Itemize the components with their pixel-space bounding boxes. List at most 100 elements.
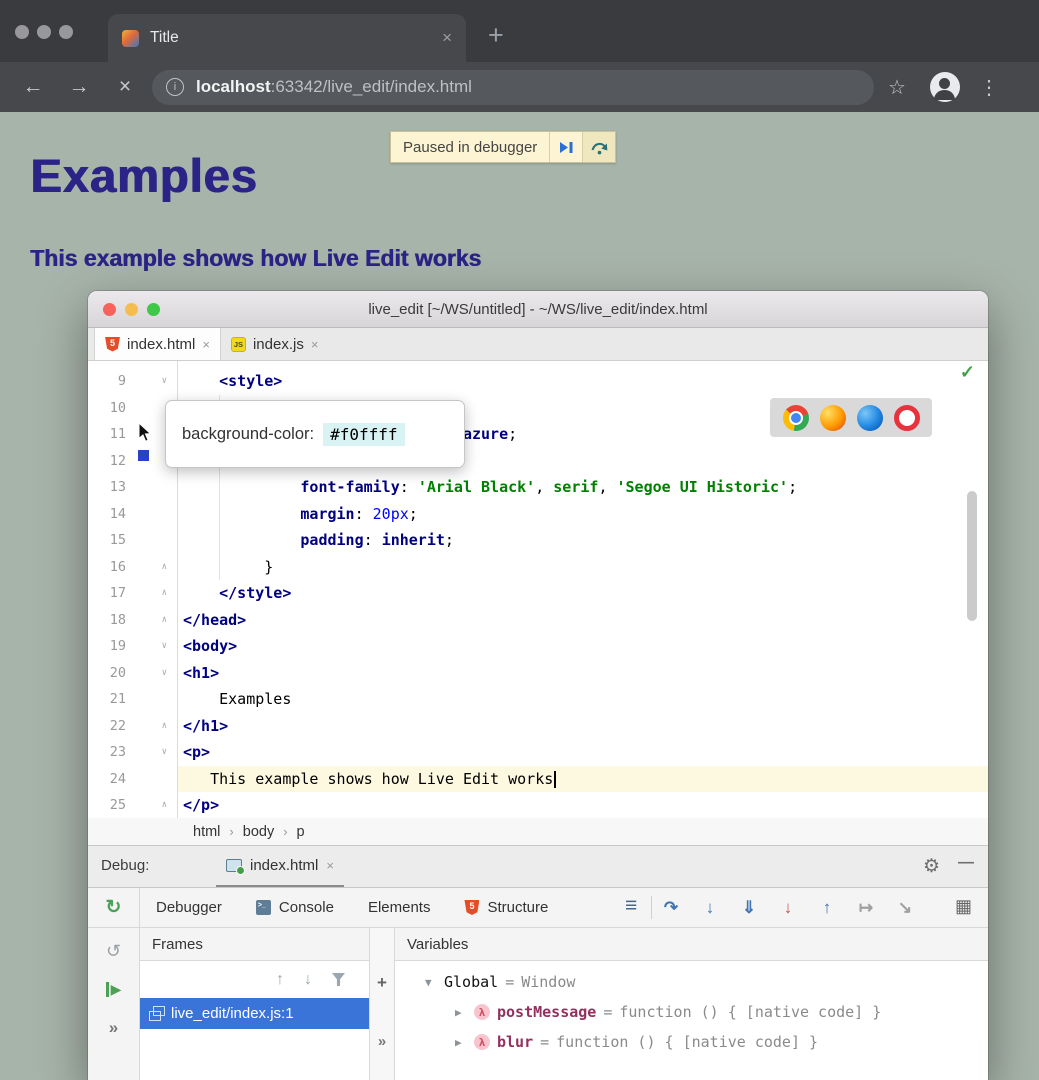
code-line[interactable]: 20∨<h1> bbox=[88, 660, 988, 687]
variable-row[interactable]: ▶λpostMessage=function () { [native code… bbox=[395, 997, 988, 1027]
edge-icon[interactable] bbox=[857, 405, 883, 431]
settings-gear-icon[interactable]: ⚙ bbox=[923, 855, 940, 878]
evaluate-expression-button[interactable]: ↘ bbox=[894, 898, 916, 918]
force-step-into-button[interactable]: ↓ bbox=[777, 898, 799, 918]
back-button[interactable]: ← bbox=[20, 75, 46, 99]
debug-tab-close-icon[interactable]: × bbox=[326, 858, 334, 873]
view-options-icon[interactable]: ≡ bbox=[625, 894, 637, 918]
next-frame-button[interactable]: ↓ bbox=[304, 971, 312, 989]
tool-tab-debugger[interactable]: Debugger bbox=[156, 899, 222, 916]
line-number[interactable]: 19 bbox=[88, 633, 126, 660]
line-number[interactable]: 15 bbox=[88, 527, 126, 554]
fold-marker[interactable] bbox=[126, 686, 177, 713]
fold-marker[interactable]: ∧ bbox=[126, 713, 177, 740]
line-number[interactable]: 10 bbox=[88, 395, 126, 422]
breadcrumb-item[interactable]: html bbox=[193, 824, 220, 840]
tab-index-html[interactable]: index.html × bbox=[94, 328, 221, 360]
window-minimize-button[interactable] bbox=[37, 25, 51, 39]
bookmark-star-icon[interactable]: ☆ bbox=[888, 75, 906, 100]
fold-marker[interactable]: ∨ bbox=[126, 660, 177, 687]
tool-tab-elements[interactable]: Elements bbox=[368, 899, 431, 916]
url-bar[interactable]: i localhost:63342/live_edit/index.html bbox=[152, 70, 874, 105]
step-over-script-button[interactable] bbox=[582, 132, 615, 162]
ide-zoom-button[interactable] bbox=[147, 303, 160, 316]
line-number[interactable]: 16 bbox=[88, 554, 126, 581]
stop-button[interactable]: × bbox=[112, 75, 138, 99]
line-number[interactable]: 23 bbox=[88, 739, 126, 766]
line-number[interactable]: 9 bbox=[88, 368, 126, 395]
tab-index-js[interactable]: index.js × bbox=[221, 328, 328, 360]
tool-tab-structure[interactable]: Structure bbox=[464, 899, 548, 916]
tab-close-icon[interactable]: × bbox=[442, 28, 452, 48]
layout-grid-icon[interactable]: ▦ bbox=[955, 896, 972, 917]
fold-marker[interactable]: ∧ bbox=[126, 554, 177, 581]
line-number[interactable]: 11 bbox=[88, 421, 126, 448]
debug-tab-index-html[interactable]: index.html × bbox=[216, 846, 344, 887]
filter-icon[interactable] bbox=[332, 973, 345, 986]
step-out-button[interactable]: ↑ bbox=[816, 898, 838, 918]
forward-button[interactable]: → bbox=[66, 75, 92, 99]
fold-marker[interactable]: ∨ bbox=[126, 633, 177, 660]
chrome-icon[interactable] bbox=[783, 405, 809, 431]
line-number[interactable]: 20 bbox=[88, 660, 126, 687]
tab-close-icon[interactable]: × bbox=[311, 337, 319, 352]
resume-button[interactable]: ▶ bbox=[106, 982, 122, 997]
fold-marker[interactable]: ∧ bbox=[126, 580, 177, 607]
fold-marker[interactable] bbox=[126, 474, 177, 501]
info-icon[interactable]: i bbox=[166, 78, 184, 96]
line-number[interactable]: 12 bbox=[88, 448, 126, 475]
ide-minimize-button[interactable] bbox=[125, 303, 138, 316]
code-line[interactable]: 19∨<body> bbox=[88, 633, 988, 660]
hide-panel-icon[interactable]: — bbox=[958, 854, 974, 872]
prev-frame-button[interactable]: ↑ bbox=[276, 971, 284, 989]
code-line[interactable]: 24 This example shows how Live Edit work… bbox=[88, 766, 988, 793]
browser-tab[interactable]: Title × bbox=[108, 14, 466, 62]
code-line[interactable]: 13 font-family: 'Arial Black', serif, 'S… bbox=[88, 474, 988, 501]
code-line[interactable]: 17∧ </style> bbox=[88, 580, 988, 607]
expander-icon[interactable]: ▶ bbox=[455, 1036, 467, 1049]
ide-title-bar[interactable]: live_edit [~/WS/untitled] - ~/WS/live_ed… bbox=[88, 291, 988, 328]
fold-marker[interactable]: ∧ bbox=[126, 792, 177, 818]
fold-marker[interactable] bbox=[126, 766, 177, 793]
rerun-button[interactable]: ↻ bbox=[106, 896, 122, 919]
line-number[interactable]: 17 bbox=[88, 580, 126, 607]
variable-row[interactable]: ▶λblur=function () { [native code] } bbox=[395, 1027, 988, 1057]
code-line[interactable]: 21 Examples bbox=[88, 686, 988, 713]
add-watch-button[interactable]: + bbox=[377, 973, 387, 993]
profile-avatar[interactable] bbox=[930, 72, 960, 102]
code-line[interactable]: 9∨ <style> bbox=[88, 368, 988, 395]
stack-frame-selected[interactable]: live_edit/index.js:1 bbox=[140, 998, 369, 1029]
expander-icon[interactable]: ▼ bbox=[425, 976, 437, 989]
breadcrumb-item[interactable]: p bbox=[297, 824, 305, 840]
variable-row[interactable]: ▼Global=Window bbox=[395, 967, 988, 997]
line-number[interactable]: 13 bbox=[88, 474, 126, 501]
watches-more-chevron[interactable]: » bbox=[378, 1033, 386, 1050]
code-line[interactable]: 16∧ } bbox=[88, 554, 988, 581]
line-number[interactable]: 21 bbox=[88, 686, 126, 713]
window-zoom-button[interactable] bbox=[59, 25, 73, 39]
code-line[interactable]: 18∧</head> bbox=[88, 607, 988, 634]
fold-marker[interactable] bbox=[126, 527, 177, 554]
line-number[interactable]: 14 bbox=[88, 501, 126, 528]
scrollbar-thumb[interactable] bbox=[967, 491, 977, 621]
line-number[interactable]: 22 bbox=[88, 713, 126, 740]
fold-marker[interactable] bbox=[126, 501, 177, 528]
breadcrumb-item[interactable]: body bbox=[243, 824, 274, 840]
window-close-button[interactable] bbox=[15, 25, 29, 39]
expander-icon[interactable]: ▶ bbox=[455, 1006, 467, 1019]
fold-marker[interactable]: ∨ bbox=[126, 739, 177, 766]
new-tab-button[interactable]: + bbox=[488, 20, 504, 51]
line-number[interactable]: 18 bbox=[88, 607, 126, 634]
refresh-icon[interactable]: ↺ bbox=[106, 942, 121, 960]
browser-menu-icon[interactable]: ⋮ bbox=[979, 75, 999, 100]
tab-close-icon[interactable]: × bbox=[202, 337, 210, 352]
fold-marker[interactable]: ∨ bbox=[126, 368, 177, 395]
step-over-button[interactable]: ↷ bbox=[660, 898, 682, 918]
code-editor[interactable]: 9∨ <style>1011 background-color: azure;1… bbox=[88, 361, 988, 818]
run-to-cursor-button[interactable]: ↦ bbox=[855, 898, 877, 918]
fold-marker[interactable]: ∧ bbox=[126, 607, 177, 634]
more-icons-chevron[interactable]: » bbox=[109, 1019, 118, 1037]
smart-step-into-button[interactable]: ⇓ bbox=[738, 898, 760, 918]
tool-tab-console[interactable]: Console bbox=[256, 899, 334, 916]
code-line[interactable]: 22∧</h1> bbox=[88, 713, 988, 740]
